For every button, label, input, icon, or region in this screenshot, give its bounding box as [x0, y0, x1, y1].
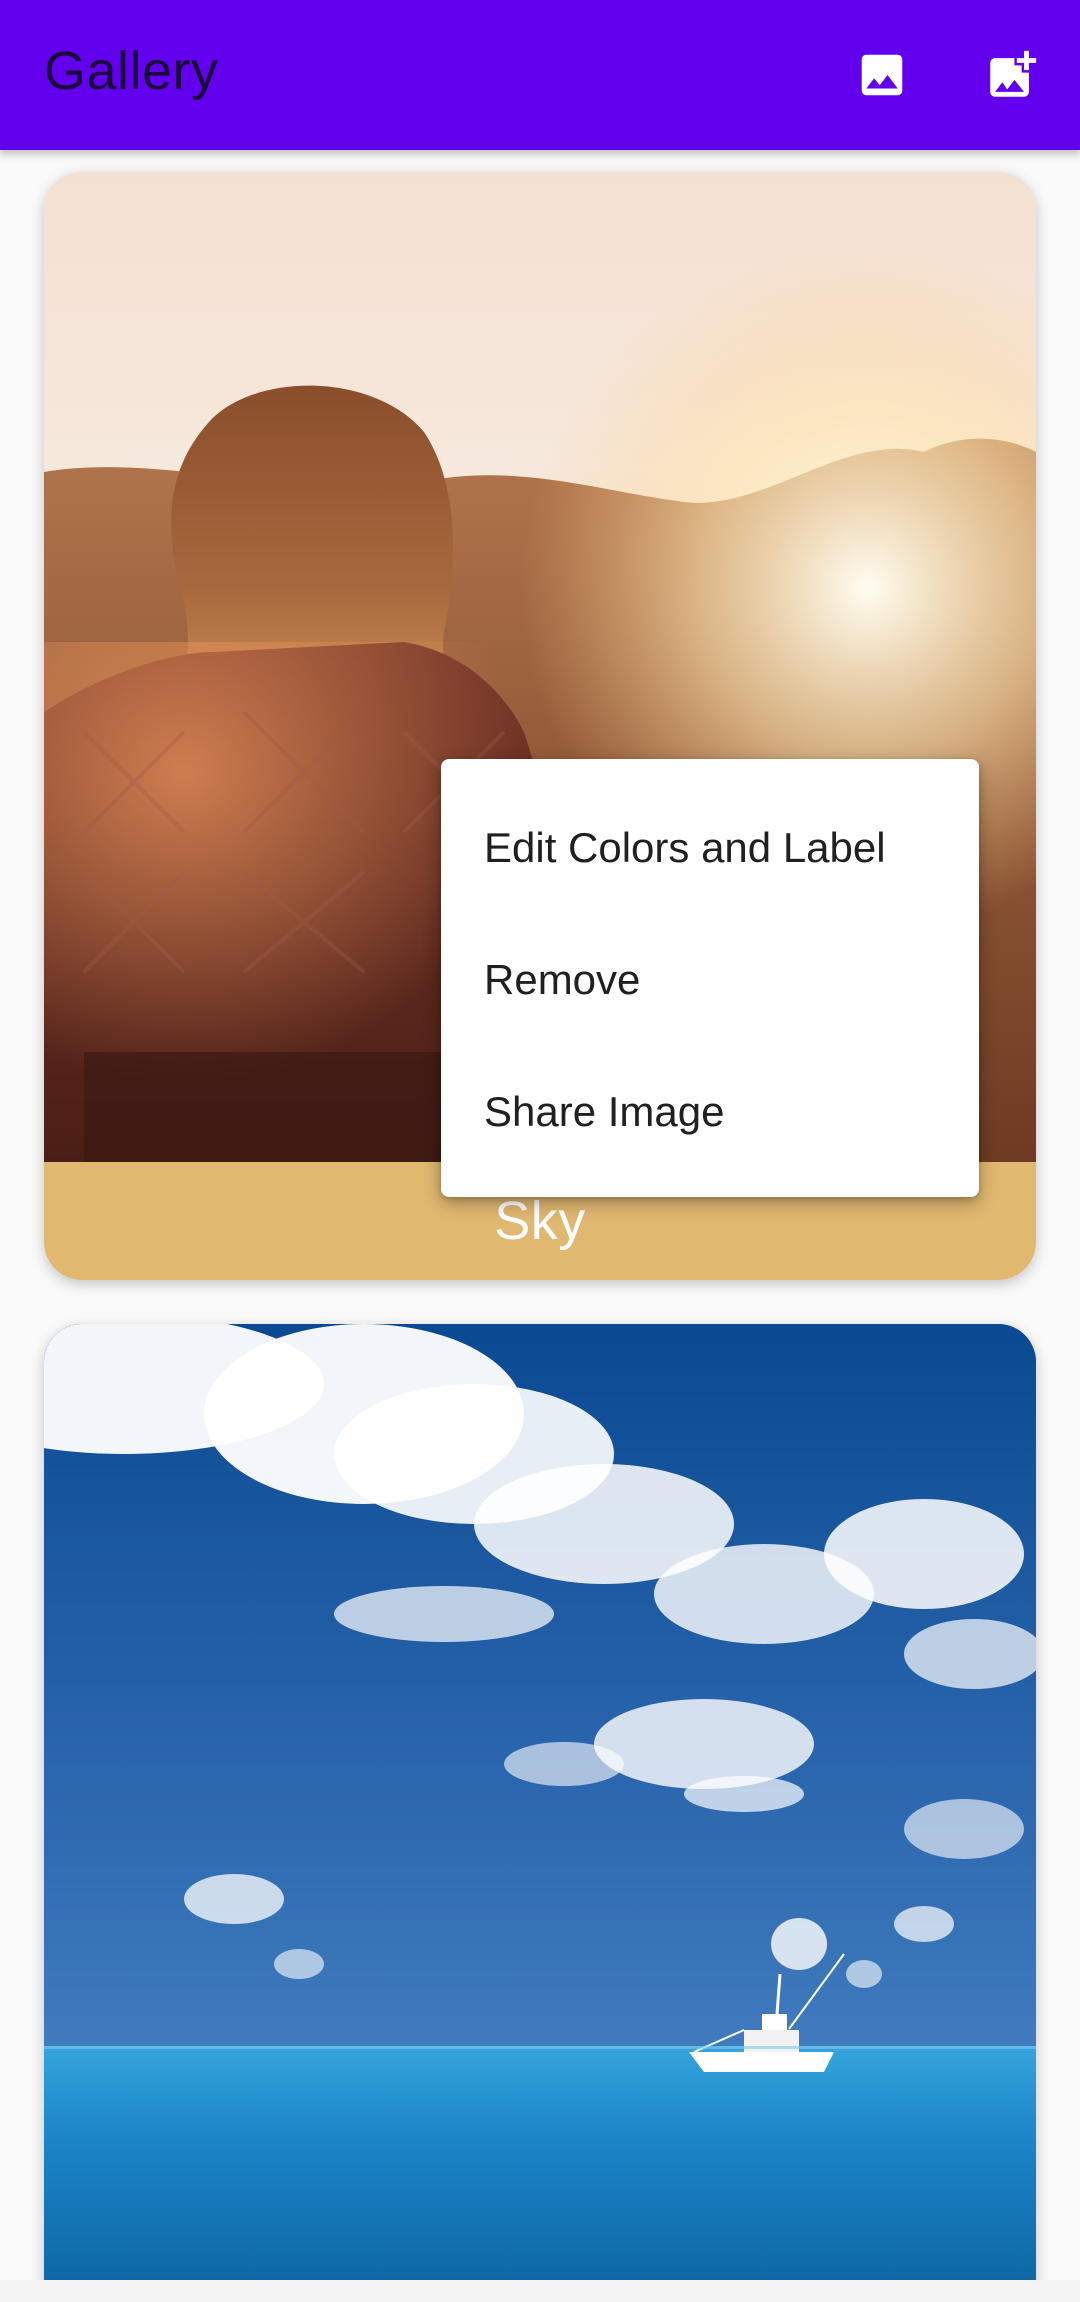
- image-icon: [861, 54, 903, 96]
- app-title: Gallery: [44, 41, 219, 101]
- sea-photo: [44, 1324, 1036, 2302]
- menu-item-remove[interactable]: Remove: [441, 914, 979, 1046]
- image-card[interactable]: [44, 1324, 1036, 2302]
- app-bar: Gallery: [0, 0, 1080, 150]
- gallery-screen: Gallery Sky Edit Colors and Label Remove…: [0, 0, 1080, 2302]
- add-photo-icon: [990, 50, 1037, 97]
- add-image-button[interactable]: [973, 36, 1051, 114]
- menu-item-edit-colors-label[interactable]: Edit Colors and Label: [441, 782, 979, 914]
- context-menu: Edit Colors and Label Remove Share Image: [441, 759, 979, 1197]
- gallery-button[interactable]: [843, 36, 921, 114]
- system-nav-bar: [0, 2280, 1080, 2302]
- card-label: Sky: [494, 1191, 586, 1251]
- menu-item-share-image[interactable]: Share Image: [441, 1046, 979, 1178]
